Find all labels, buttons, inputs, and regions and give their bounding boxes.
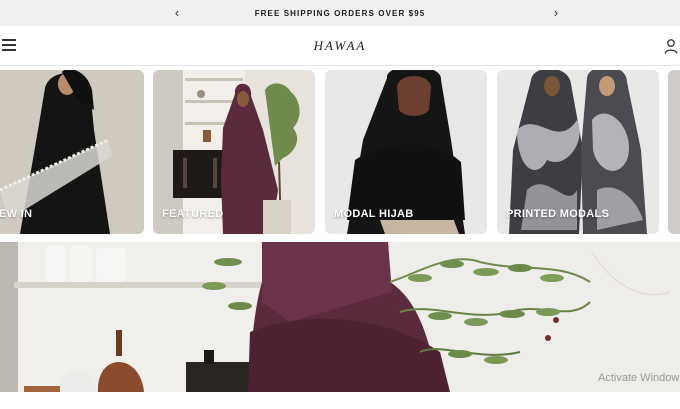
category-label: EW IN	[0, 208, 33, 220]
category-carousel: EW IN FEATURED MODAL HIJAB PRINTED MODAL…	[0, 70, 680, 234]
category-card-new-in[interactable]: EW IN	[0, 70, 144, 234]
category-image	[668, 70, 680, 234]
category-card-modal-hijab[interactable]: MODAL HIJAB	[325, 70, 487, 234]
category-card-printed-modals[interactable]: PRINTED MODALS	[497, 70, 659, 234]
category-label: MODAL HIJAB	[334, 208, 414, 220]
category-card-next[interactable]	[668, 70, 680, 234]
hero-image	[0, 242, 680, 392]
hamburger-menu-icon[interactable]	[2, 39, 16, 51]
user-account-icon[interactable]	[664, 38, 678, 54]
activate-windows-watermark: Activate Window	[598, 372, 680, 384]
category-label: FEATURED	[162, 208, 224, 220]
chevron-right-icon[interactable]: ›	[548, 4, 564, 20]
announcement-bar: ‹ FREE SHIPPING ORDERS OVER $95 ›	[0, 0, 680, 26]
bottom-strip	[0, 392, 680, 409]
hero-banner[interactable]	[0, 242, 680, 392]
announcement-text: FREE SHIPPING ORDERS OVER $95	[254, 8, 426, 18]
brand-logo[interactable]: HAWAA	[314, 38, 367, 54]
site-header: HAWAA	[0, 26, 680, 66]
category-label: PRINTED MODALS	[506, 208, 610, 220]
chevron-left-icon[interactable]: ‹	[169, 4, 185, 20]
category-card-featured[interactable]: FEATURED	[153, 70, 315, 234]
